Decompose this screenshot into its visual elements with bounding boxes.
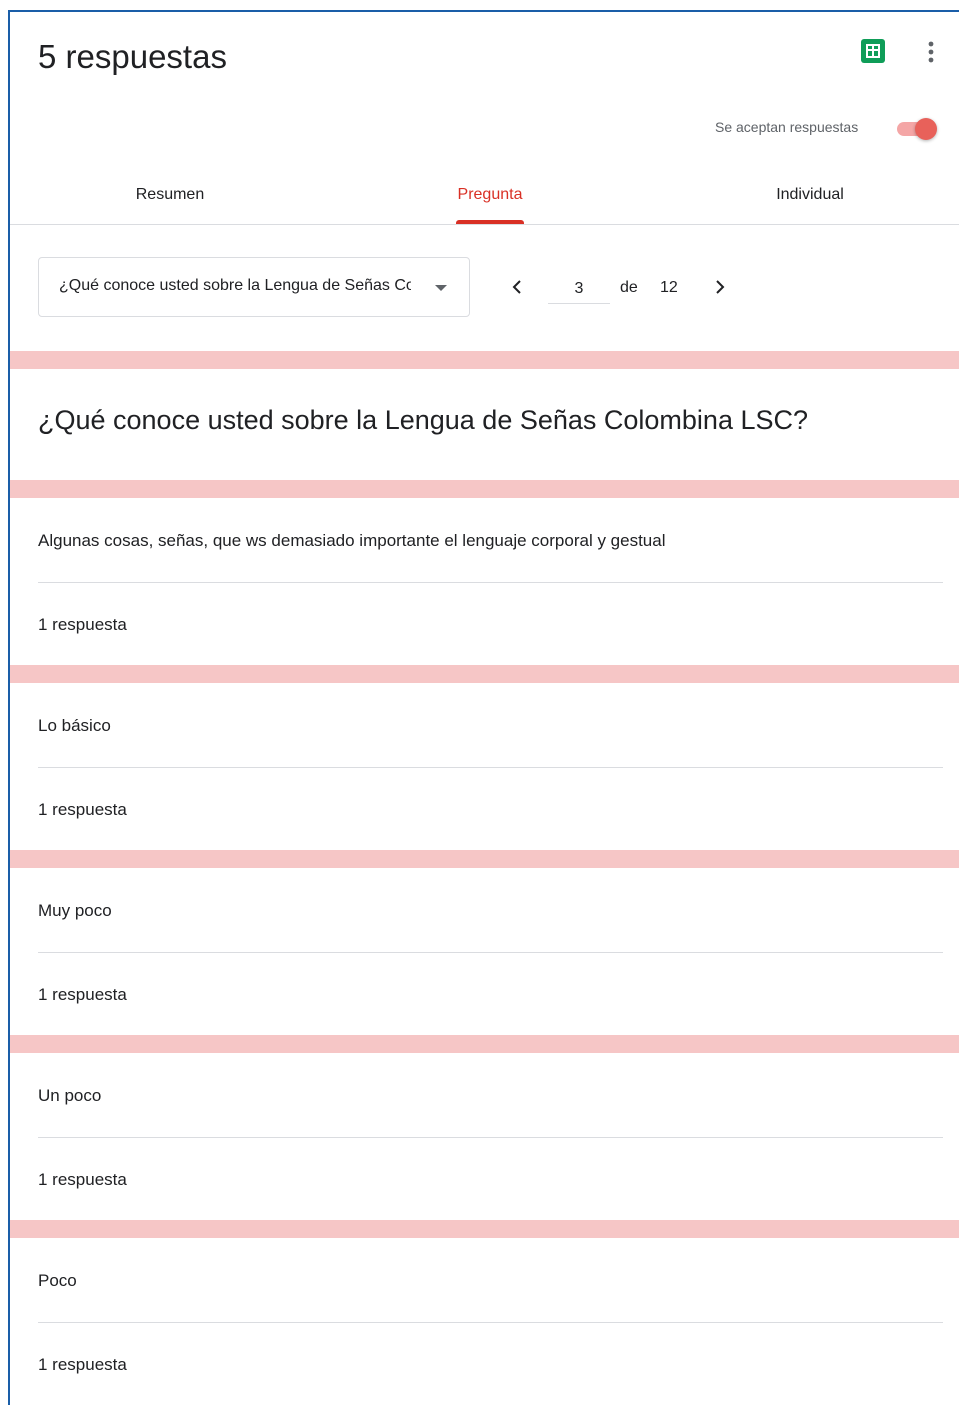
answer-divider bbox=[38, 1322, 943, 1323]
question-card: ¿Qué conoce usted sobre la Lengua de Señ… bbox=[10, 369, 959, 480]
tab-pregunta[interactable]: Pregunta bbox=[410, 186, 570, 204]
section-separator bbox=[10, 480, 959, 498]
answer-text: Muy poco bbox=[38, 901, 112, 920]
answer-text: Poco bbox=[38, 1271, 77, 1290]
answer-card: Muy poco 1 respuesta bbox=[10, 868, 959, 1035]
answer-text: Algunas cosas, señas, que ws demasiado i… bbox=[38, 531, 666, 550]
answer-count: 1 respuesta bbox=[38, 1170, 127, 1189]
answer-divider bbox=[38, 952, 943, 953]
question-dropdown-value: ¿Qué conoce usted sobre la Lengua de Señ… bbox=[59, 277, 411, 294]
section-separator bbox=[10, 665, 959, 683]
answer-card: Un poco 1 respuesta bbox=[10, 1053, 959, 1220]
response-count-title: 5 respuestas bbox=[38, 38, 227, 75]
chevron-right-icon[interactable] bbox=[707, 275, 731, 299]
page-of-label: de bbox=[620, 279, 638, 296]
toggle-thumb bbox=[915, 118, 937, 140]
accepting-responses-label: Se aceptan respuestas bbox=[715, 119, 859, 135]
section-separator bbox=[10, 351, 959, 369]
section-separator bbox=[10, 1220, 959, 1238]
accepting-responses-toggle[interactable] bbox=[897, 118, 937, 140]
answer-card: Lo básico 1 respuesta bbox=[10, 683, 959, 850]
question-dropdown[interactable]: ¿Qué conoce usted sobre la Lengua de Señ… bbox=[38, 257, 470, 317]
tab-resumen[interactable]: Resumen bbox=[90, 186, 250, 204]
section-separator bbox=[10, 850, 959, 868]
dropdown-arrow-icon bbox=[435, 285, 447, 291]
answer-count: 1 respuesta bbox=[38, 800, 127, 819]
chevron-left-icon[interactable] bbox=[506, 275, 530, 299]
section-separator bbox=[10, 1035, 959, 1053]
answer-divider bbox=[38, 1137, 943, 1138]
total-questions: 12 bbox=[660, 279, 678, 296]
answer-divider bbox=[38, 582, 943, 583]
google-sheets-icon[interactable] bbox=[861, 39, 885, 63]
more-vert-icon[interactable] bbox=[924, 38, 938, 66]
question-number-input[interactable] bbox=[548, 275, 610, 304]
answer-count: 1 respuesta bbox=[38, 1355, 127, 1374]
question-navigator: ¿Qué conoce usted sobre la Lengua de Señ… bbox=[10, 225, 959, 351]
tab-individual[interactable]: Individual bbox=[730, 186, 890, 204]
answer-count: 1 respuesta bbox=[38, 615, 127, 634]
answer-text: Un poco bbox=[38, 1086, 102, 1105]
question-title: ¿Qué conoce usted sobre la Lengua de Señ… bbox=[38, 405, 809, 435]
answer-card: Poco 1 respuesta bbox=[10, 1238, 959, 1405]
answer-card: Algunas cosas, señas, que ws demasiado i… bbox=[10, 498, 959, 665]
answer-count: 1 respuesta bbox=[38, 985, 127, 1004]
active-tab-indicator bbox=[456, 220, 524, 224]
responses-header: 5 respuestas Se aceptan respuestas Resum… bbox=[10, 12, 959, 225]
answer-divider bbox=[38, 767, 943, 768]
answer-text: Lo básico bbox=[38, 716, 111, 735]
responses-panel: 5 respuestas Se aceptan respuestas Resum… bbox=[8, 10, 959, 1405]
